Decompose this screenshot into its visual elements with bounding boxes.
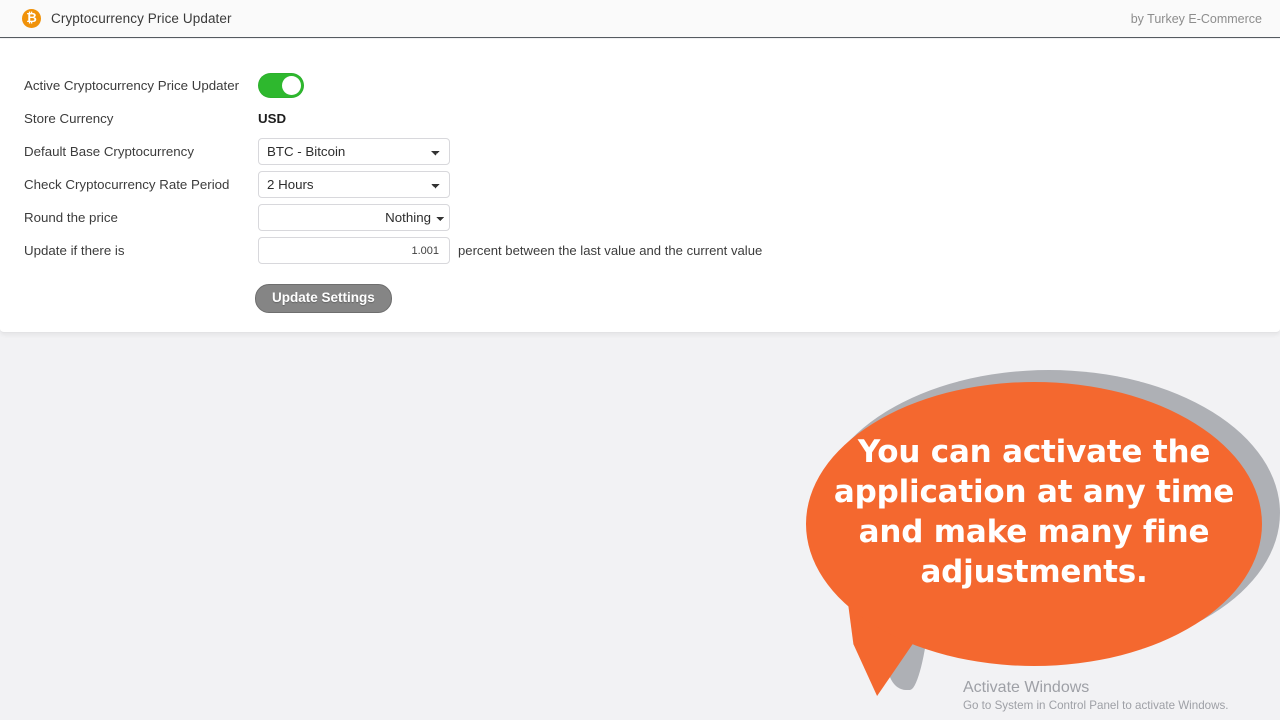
round-the-price-select[interactable]: Nothing [258,204,450,231]
label-store-currency: Store Currency [24,110,114,126]
callout-tail-shadow [883,600,931,690]
label-default-base-cryptocurrency: Default Base Cryptocurrency [24,143,194,159]
label-check-rate-period: Check Cryptocurrency Rate Period [24,176,230,192]
label-round-the-price: Round the price [24,209,118,225]
field-active-updater [258,73,304,98]
watermark-subtitle: Go to System in Control Panel to activat… [963,699,1229,712]
app-header: ₿ Cryptocurrency Price Updater by Turkey… [0,0,1280,38]
field-store-currency: USD [258,111,286,126]
store-currency-value: USD [258,111,287,126]
field-default-base-cryptocurrency: BTC - Bitcoin [258,138,450,165]
callout-tail [846,588,920,696]
update-threshold-suffix: percent between the last value and the c… [458,243,763,258]
settings-panel: Active Cryptocurrency Price Updater Stor… [0,39,1280,333]
update-threshold-input[interactable] [258,237,450,264]
row-default-base-cryptocurrency: Default Base Cryptocurrency BTC - Bitcoi… [0,135,1280,168]
callout-bubble: You can activate the application at any … [792,360,1280,720]
submit-row: Update Settings [0,284,1280,313]
row-round-the-price: Round the price Nothing [0,201,1280,234]
callout-shadow [818,370,1280,656]
row-active-updater: Active Cryptocurrency Price Updater [0,69,1280,102]
default-base-cryptocurrency-select[interactable]: BTC - Bitcoin [258,138,450,165]
app-title: Cryptocurrency Price Updater [51,11,232,26]
row-update-threshold: Update if there is percent between the l… [0,234,1280,267]
row-store-currency: Store Currency USD [0,102,1280,135]
check-rate-period-select[interactable]: 2 Hours [258,171,450,198]
label-update-threshold: Update if there is [24,242,125,258]
update-settings-button[interactable]: Update Settings [255,284,392,313]
field-update-threshold: percent between the last value and the c… [258,237,762,264]
bitcoin-icon: ₿ [22,9,41,28]
header-credit: by Turkey E-Commerce [1130,12,1262,26]
callout-body [806,382,1262,666]
label-active-updater: Active Cryptocurrency Price Updater [24,77,240,93]
brand: ₿ Cryptocurrency Price Updater [22,9,232,28]
toggle-knob [282,76,301,95]
settings-form: Active Cryptocurrency Price Updater Stor… [0,69,1280,313]
field-check-rate-period: 2 Hours [258,171,450,198]
row-check-rate-period: Check Cryptocurrency Rate Period 2 Hours [0,168,1280,201]
watermark-title: Activate Windows [963,679,1090,696]
windows-activation-watermark: Activate Windows Go to System in Control… [963,678,1263,714]
callout-text: You can activate the application at any … [833,434,1235,590]
active-updater-toggle[interactable] [258,73,304,98]
field-round-the-price: Nothing [258,204,450,231]
